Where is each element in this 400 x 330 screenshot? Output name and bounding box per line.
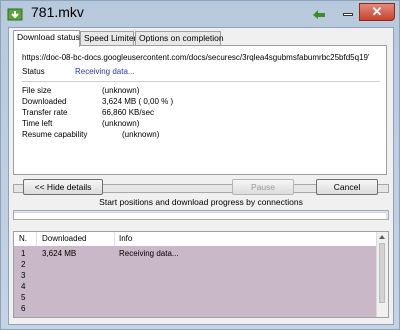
row-number: 5 [21,293,26,302]
tab-speed-limiter[interactable]: Speed Limiter [80,31,136,46]
file-size-value: (unknown) [102,86,140,95]
hide-details-button[interactable]: << Hide details [23,179,103,195]
minimize-icon [343,13,353,16]
table-row[interactable]: 1 3,624 MB Receiving data... [14,248,376,259]
column-header-info[interactable]: Info [119,234,132,243]
status-value: Receiving data... [75,67,135,76]
connections-caption: Start positions and download progress by… [99,197,303,207]
time-left-value: (unknown) [102,119,140,128]
row-downloaded: 3,624 MB [42,249,77,258]
column-header-n[interactable]: N. [19,234,27,243]
status-label: Status [22,67,45,76]
dialog-client-area: Download status Speed Limiter Options on… [8,27,394,325]
connections-progress-bar [13,210,389,220]
table-row[interactable]: 5 [14,292,376,303]
resume-capability-value: (unknown) [122,130,160,139]
column-divider[interactable] [36,232,37,246]
row-info: Receiving data... [119,249,179,258]
table-header: N. Downloaded Info [14,232,376,247]
tab-options-on-completion[interactable]: Options on completion [135,31,224,46]
downloaded-label: Downloaded [22,97,67,106]
connections-table: N. Downloaded Info 1 3,624 MB Receiving … [13,231,389,318]
table-row[interactable]: 4 [14,281,376,292]
download-status-panel: https://doc-08-bc-docs.googleusercontent… [13,45,387,175]
minimize-button[interactable] [337,3,359,21]
download-window: 781.mkv ✕ Download status Speed Limiter … [0,0,400,330]
resume-capability-label: Resume capability [22,130,88,139]
divider [22,81,380,82]
row-number: 4 [21,282,26,291]
connections-progress-fill [14,212,386,219]
time-left-label: Time left [22,119,53,128]
download-arrow-icon [313,10,325,19]
scroll-up-arrow-icon[interactable] [379,235,385,239]
row-number: 3 [21,271,26,280]
title-bar[interactable]: 781.mkv ✕ [1,1,399,27]
download-url: https://doc-08-bc-docs.googleusercontent… [22,53,370,62]
table-row[interactable]: 3 [14,270,376,281]
table-row[interactable]: 2 [14,259,376,270]
tab-download-status[interactable]: Download status [13,30,80,47]
downloaded-value: 3,624 MB ( 0,00 % ) [102,97,174,106]
row-number: 1 [21,249,26,258]
cancel-button[interactable]: Cancel [316,179,378,195]
scrollbar-thumb[interactable] [379,243,385,303]
idm-app-icon [7,8,23,21]
table-row[interactable]: 6 [14,303,376,314]
vertical-scrollbar[interactable] [376,232,388,317]
transfer-rate-label: Transfer rate [22,108,68,117]
close-icon: ✕ [371,4,383,19]
column-header-downloaded[interactable]: Downloaded [42,234,86,243]
window-title: 781.mkv [31,4,84,20]
transfer-rate-value: 66,860 KB/sec [102,108,155,117]
column-divider[interactable] [114,232,115,246]
file-size-label: File size [22,86,52,95]
row-number: 6 [21,304,26,313]
row-number: 2 [21,260,26,269]
close-button[interactable]: ✕ [359,3,395,21]
pause-button[interactable]: Pause [232,179,294,195]
table-body: 1 3,624 MB Receiving data... 2 3 4 5 6 [14,246,376,317]
